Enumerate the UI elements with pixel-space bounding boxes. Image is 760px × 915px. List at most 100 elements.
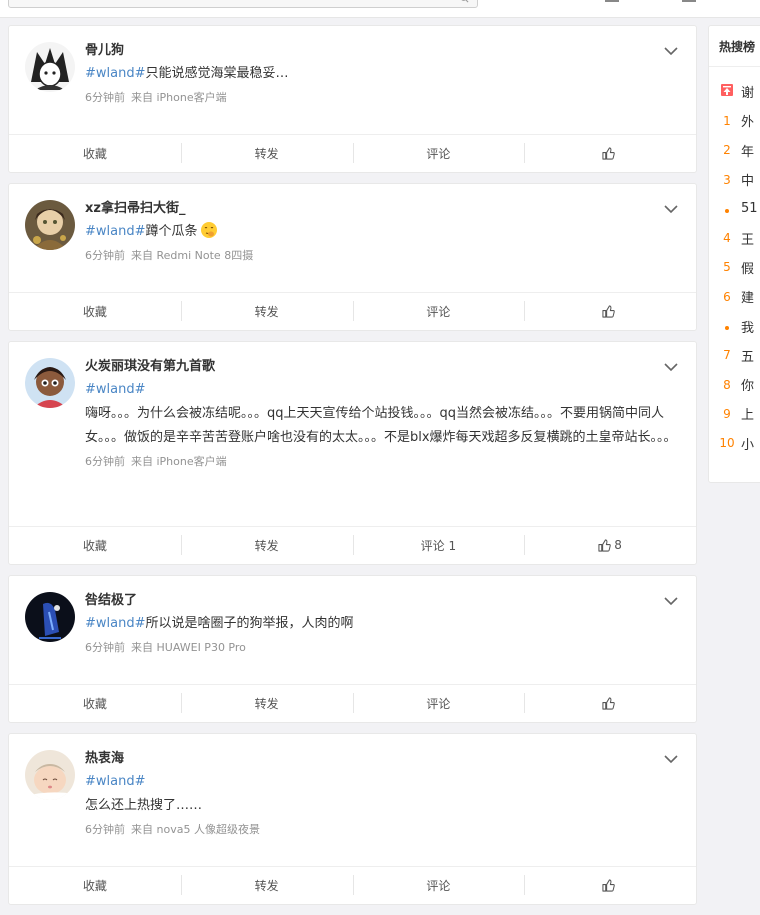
username[interactable]: 骨儿狗	[85, 40, 680, 62]
avatar[interactable]	[25, 358, 75, 408]
nav-icon-1[interactable]	[605, 0, 619, 2]
collect-button[interactable]: 收藏	[9, 135, 181, 171]
avatar[interactable]	[25, 750, 75, 800]
post-time[interactable]: 6分钟前	[85, 641, 125, 654]
hot-search-item[interactable]: 7五	[709, 341, 760, 370]
post-time[interactable]: 6分钟前	[85, 91, 125, 104]
hot-search-item[interactable]: 9上	[709, 399, 760, 428]
comment-button[interactable]: 评论	[353, 293, 525, 329]
post-text: #wland# 嗨呀。。。为什么会被冻结呢。。。qq上天天宣传给个站投钱。。。qq…	[85, 378, 680, 450]
topic-link[interactable]: #wland#	[85, 774, 146, 789]
post-meta: 6分钟前来自 HUAWEI P30 Pro	[85, 638, 680, 658]
hot-search-item[interactable]: 5假	[709, 253, 760, 282]
hot-rank-number: 2	[709, 143, 737, 157]
post-source: 来自 iPhone客户端	[131, 455, 227, 468]
repost-button[interactable]: 转发	[181, 293, 353, 329]
topic-link[interactable]: #wland#	[85, 66, 146, 81]
search-input[interactable]	[8, 0, 478, 8]
avatar[interactable]	[25, 200, 75, 250]
hot-search-item[interactable]: 谢	[709, 77, 760, 106]
username[interactable]: 咎结极了	[85, 590, 680, 612]
repost-button[interactable]: 转发	[181, 135, 353, 171]
topic-link[interactable]: #wland#	[85, 616, 146, 631]
hot-search-text: 年	[737, 141, 754, 160]
chevron-down-icon[interactable]	[664, 596, 678, 606]
like-button[interactable]	[524, 135, 696, 171]
hot-rank-number: 3	[709, 173, 737, 187]
post-source: 来自 Redmi Note 8四摄	[131, 249, 253, 262]
hot-search-text: 外	[737, 111, 754, 130]
comment-button[interactable]: 评论	[353, 135, 525, 171]
post-meta: 6分钟前来自 Redmi Note 8四摄	[85, 246, 680, 266]
hot-search-item[interactable]: 3中	[709, 165, 760, 194]
hot-search-title[interactable]: 热搜榜	[709, 26, 760, 67]
hot-search-item[interactable]: 4王	[709, 223, 760, 252]
collect-button[interactable]: 收藏	[9, 685, 181, 721]
like-button[interactable]	[524, 867, 696, 903]
hot-rank-number: 4	[709, 231, 737, 245]
comment-button[interactable]: 评论	[353, 867, 525, 903]
hot-rank-number: 8	[709, 378, 737, 392]
topic-link[interactable]: #wland#	[85, 224, 146, 239]
collect-button[interactable]: 收藏	[9, 527, 181, 563]
chevron-down-icon[interactable]	[664, 46, 678, 56]
thumbs-up-icon	[602, 305, 615, 318]
hot-search-item[interactable]: 我	[709, 311, 760, 340]
post-text: #wland#所以说是啥圈子的狗举报，人肉的啊	[85, 612, 680, 636]
username[interactable]: 火炭丽琪没有第九首歌	[85, 356, 680, 378]
like-button[interactable]	[524, 685, 696, 721]
hot-search-item[interactable]: 10小	[709, 429, 760, 458]
hot-search-item[interactable]: 8你	[709, 370, 760, 399]
repost-button[interactable]: 转发	[181, 527, 353, 563]
like-button[interactable]	[524, 293, 696, 329]
feed: 骨儿狗 #wland#只能说感觉海棠最稳妥… 6分钟前来自 iPhone客户端 …	[8, 25, 697, 915]
hot-search-text: 51	[737, 201, 758, 216]
hot-search-text: 你	[737, 375, 754, 394]
nav-icon-2[interactable]	[682, 0, 696, 2]
repost-button[interactable]: 转发	[181, 685, 353, 721]
avatar[interactable]	[25, 42, 75, 92]
like-button[interactable]: 8	[524, 527, 696, 563]
post-card: 骨儿狗 #wland#只能说感觉海棠最稳妥… 6分钟前来自 iPhone客户端 …	[8, 25, 697, 173]
post-text: #wland# 怎么还上热搜了……	[85, 770, 680, 818]
post-meta: 6分钟前来自 iPhone客户端	[85, 88, 680, 108]
post-content: 嗨呀。。。为什么会被冻结呢。。。qq上天天宣传给个站投钱。。。qq当然会被冻结。…	[85, 406, 677, 445]
action-bar: 收藏 转发 评论	[9, 292, 696, 329]
comment-button[interactable]: 评论 1	[353, 527, 525, 563]
post-time[interactable]: 6分钟前	[85, 455, 125, 468]
chevron-down-icon[interactable]	[664, 754, 678, 764]
username[interactable]: xz拿扫帚扫大街_	[85, 198, 680, 220]
hot-search-text: 我	[737, 317, 754, 336]
avatar[interactable]	[25, 592, 75, 642]
thumbs-up-icon	[602, 697, 615, 710]
post-time[interactable]: 6分钟前	[85, 823, 125, 836]
collect-button[interactable]: 收藏	[9, 867, 181, 903]
hot-search-panel: 热搜榜 谢1外2年3中514王5假6建我7五8你9上10小	[708, 25, 760, 483]
chevron-down-icon[interactable]	[664, 362, 678, 372]
hot-search-text: 建	[737, 287, 754, 306]
hot-dot-icon	[709, 202, 737, 216]
hot-search-text: 中	[737, 170, 754, 189]
thumbs-up-icon	[602, 879, 615, 892]
collect-button[interactable]: 收藏	[9, 293, 181, 329]
post-content: 怎么还上热搜了……	[85, 798, 202, 813]
hot-rank-number: 6	[709, 290, 737, 304]
hot-dot-icon	[709, 319, 737, 333]
username[interactable]: 热衷海	[85, 748, 680, 770]
post-content: 蹲个瓜条	[146, 224, 198, 239]
hot-search-item[interactable]: 51	[709, 194, 760, 223]
chevron-down-icon[interactable]	[664, 204, 678, 214]
hot-search-item[interactable]: 1外	[709, 106, 760, 135]
hot-rank-number: 10	[709, 436, 737, 450]
post-meta: 6分钟前来自 iPhone客户端	[85, 452, 680, 472]
hot-search-text: 五	[737, 346, 754, 365]
hot-search-text: 上	[737, 404, 754, 423]
action-bar: 收藏 转发 评论	[9, 134, 696, 171]
search-icon[interactable]	[460, 0, 469, 3]
hot-search-item[interactable]: 6建	[709, 282, 760, 311]
post-time[interactable]: 6分钟前	[85, 249, 125, 262]
repost-button[interactable]: 转发	[181, 867, 353, 903]
topic-link[interactable]: #wland#	[85, 382, 146, 397]
comment-button[interactable]: 评论	[353, 685, 525, 721]
hot-search-item[interactable]: 2年	[709, 136, 760, 165]
